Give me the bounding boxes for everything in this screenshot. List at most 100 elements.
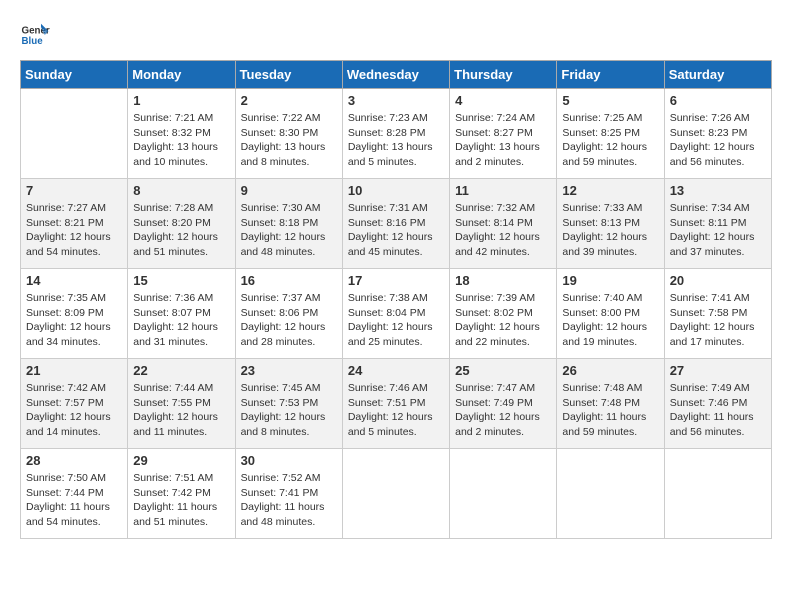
day-info-line: Sunset: 8:02 PM (455, 307, 533, 319)
col-tuesday: Tuesday (235, 61, 342, 89)
calendar-cell: 12Sunrise: 7:33 AMSunset: 8:13 PMDayligh… (557, 179, 664, 269)
day-number: 6 (670, 93, 766, 108)
day-info-line: and 2 minutes. (455, 426, 524, 438)
calendar-week-3: 14Sunrise: 7:35 AMSunset: 8:09 PMDayligh… (21, 269, 772, 359)
day-info-line: Sunrise: 7:33 AM (562, 202, 642, 214)
col-monday: Monday (128, 61, 235, 89)
day-info-line: Daylight: 11 hours (26, 501, 110, 513)
day-info-line: Daylight: 11 hours (562, 411, 646, 423)
calendar-week-5: 28Sunrise: 7:50 AMSunset: 7:44 PMDayligh… (21, 449, 772, 539)
day-info-line: and 48 minutes. (241, 516, 316, 528)
col-wednesday: Wednesday (342, 61, 449, 89)
day-info: Sunrise: 7:51 AMSunset: 7:42 PMDaylight:… (133, 471, 229, 530)
day-info-line: Sunrise: 7:26 AM (670, 112, 750, 124)
day-info-line: Sunrise: 7:36 AM (133, 292, 213, 304)
logo: General Blue (20, 20, 54, 50)
col-sunday: Sunday (21, 61, 128, 89)
day-info-line: Daylight: 12 hours (562, 231, 647, 243)
day-info-line: Daylight: 12 hours (670, 231, 755, 243)
calendar-cell: 18Sunrise: 7:39 AMSunset: 8:02 PMDayligh… (450, 269, 557, 359)
day-info-line: Daylight: 13 hours (455, 141, 540, 153)
day-info-line: Sunrise: 7:42 AM (26, 382, 106, 394)
day-info-line: Sunset: 8:00 PM (562, 307, 640, 319)
day-info-line: Daylight: 12 hours (241, 231, 326, 243)
day-info: Sunrise: 7:22 AMSunset: 8:30 PMDaylight:… (241, 111, 337, 170)
day-number: 22 (133, 363, 229, 378)
day-info-line: Sunrise: 7:23 AM (348, 112, 428, 124)
day-info: Sunrise: 7:33 AMSunset: 8:13 PMDaylight:… (562, 201, 658, 260)
day-info-line: Sunset: 8:16 PM (348, 217, 426, 229)
day-info-line: Sunset: 8:20 PM (133, 217, 211, 229)
day-info-line: Daylight: 12 hours (670, 141, 755, 153)
day-info-line: and 54 minutes. (26, 516, 101, 528)
day-number: 19 (562, 273, 658, 288)
day-info-line: and 39 minutes. (562, 246, 637, 258)
calendar-cell: 17Sunrise: 7:38 AMSunset: 8:04 PMDayligh… (342, 269, 449, 359)
day-info-line: Daylight: 12 hours (455, 411, 540, 423)
day-info-line: Daylight: 13 hours (241, 141, 326, 153)
day-info-line: Sunset: 8:32 PM (133, 127, 211, 139)
day-info-line: and 54 minutes. (26, 246, 101, 258)
day-number: 8 (133, 183, 229, 198)
calendar-cell: 20Sunrise: 7:41 AMSunset: 7:58 PMDayligh… (664, 269, 771, 359)
calendar-cell: 23Sunrise: 7:45 AMSunset: 7:53 PMDayligh… (235, 359, 342, 449)
calendar-cell: 14Sunrise: 7:35 AMSunset: 8:09 PMDayligh… (21, 269, 128, 359)
day-info-line: and 51 minutes. (133, 246, 208, 258)
day-info-line: and 51 minutes. (133, 516, 208, 528)
day-info-line: and 19 minutes. (562, 336, 637, 348)
day-info-line: Sunrise: 7:45 AM (241, 382, 321, 394)
day-info-line: Daylight: 12 hours (241, 321, 326, 333)
calendar-cell: 22 Sunrise: 7:44 AMSunset: 7:55 PMDayligh… (128, 359, 235, 449)
day-info-line: Daylight: 12 hours (26, 321, 111, 333)
day-info-line: and 25 minutes. (348, 336, 423, 348)
day-info-line: Sunrise: 7:46 AM (348, 382, 428, 394)
day-info: Sunrise: 7:46 AMSunset: 7:51 PMDaylight:… (348, 381, 444, 440)
calendar-cell: 24Sunrise: 7:46 AMSunset: 7:51 PMDayligh… (342, 359, 449, 449)
day-info-line: Sunset: 7:42 PM (133, 487, 211, 499)
day-info-line: Daylight: 12 hours (455, 321, 540, 333)
day-info: Sunrise: 7:24 AMSunset: 8:27 PMDaylight:… (455, 111, 551, 170)
day-info-line: and 37 minutes. (670, 246, 745, 258)
col-thursday: Thursday (450, 61, 557, 89)
day-number: 27 (670, 363, 766, 378)
day-number: 5 (562, 93, 658, 108)
day-info-line: Sunset: 8:23 PM (670, 127, 748, 139)
day-info: Sunrise: 7:50 AMSunset: 7:44 PMDaylight:… (26, 471, 122, 530)
day-info: Sunrise: 7:52 AMSunset: 7:41 PMDaylight:… (241, 471, 337, 530)
day-info-line: Sunrise: 7:34 AM (670, 202, 750, 214)
day-info-line: Sunset: 7:58 PM (670, 307, 748, 319)
day-info: Sunrise: 7:38 AMSunset: 8:04 PMDaylight:… (348, 291, 444, 350)
calendar-cell (21, 89, 128, 179)
day-info-line: Sunrise: 7:50 AM (26, 472, 106, 484)
calendar-cell: 4Sunrise: 7:24 AMSunset: 8:27 PMDaylight… (450, 89, 557, 179)
day-info: Sunrise: 7:27 AMSunset: 8:21 PMDaylight:… (26, 201, 122, 260)
day-info-line: Sunrise: 7:39 AM (455, 292, 535, 304)
day-info-line: and 8 minutes. (241, 426, 310, 438)
day-number: 11 (455, 183, 551, 198)
day-info-line: Sunrise: 7:44 AM (133, 382, 213, 394)
calendar-week-4: 21Sunrise: 7:42 AMSunset: 7:57 PMDayligh… (21, 359, 772, 449)
day-info-line: Sunset: 8:27 PM (455, 127, 533, 139)
day-info-line: Sunset: 8:28 PM (348, 127, 426, 139)
calendar-cell: 28Sunrise: 7:50 AMSunset: 7:44 PMDayligh… (21, 449, 128, 539)
calendar-cell: 16Sunrise: 7:37 AMSunset: 8:06 PMDayligh… (235, 269, 342, 359)
day-number: 20 (670, 273, 766, 288)
day-info-line: and 45 minutes. (348, 246, 423, 258)
day-info-line: Sunset: 8:04 PM (348, 307, 426, 319)
day-info-line: Daylight: 12 hours (348, 411, 433, 423)
day-info: Sunrise: 7:44 AMSunset: 7:55 PMDaylight:… (133, 381, 229, 440)
day-number: 26 (562, 363, 658, 378)
day-info-line: Daylight: 12 hours (26, 411, 111, 423)
calendar-cell (450, 449, 557, 539)
day-number: 21 (26, 363, 122, 378)
calendar-cell: 1Sunrise: 7:21 AMSunset: 8:32 PMDaylight… (128, 89, 235, 179)
day-info-line: and 11 minutes. (133, 426, 207, 438)
day-info: Sunrise: 7:26 AM Sunset: 8:23 PM Daylight:… (670, 111, 766, 170)
calendar-week-2: 7Sunrise: 7:27 AMSunset: 8:21 PMDaylight… (21, 179, 772, 269)
day-info: Sunrise: 7:32 AMSunset: 8:14 PMDaylight:… (455, 201, 551, 260)
day-info-line: Sunrise: 7:21 AM (133, 112, 213, 124)
day-info-line: Daylight: 11 hours (670, 411, 754, 423)
calendar-cell: 21Sunrise: 7:42 AMSunset: 7:57 PMDayligh… (21, 359, 128, 449)
day-number: 10 (348, 183, 444, 198)
day-info-line: and 5 minutes. (348, 156, 417, 168)
